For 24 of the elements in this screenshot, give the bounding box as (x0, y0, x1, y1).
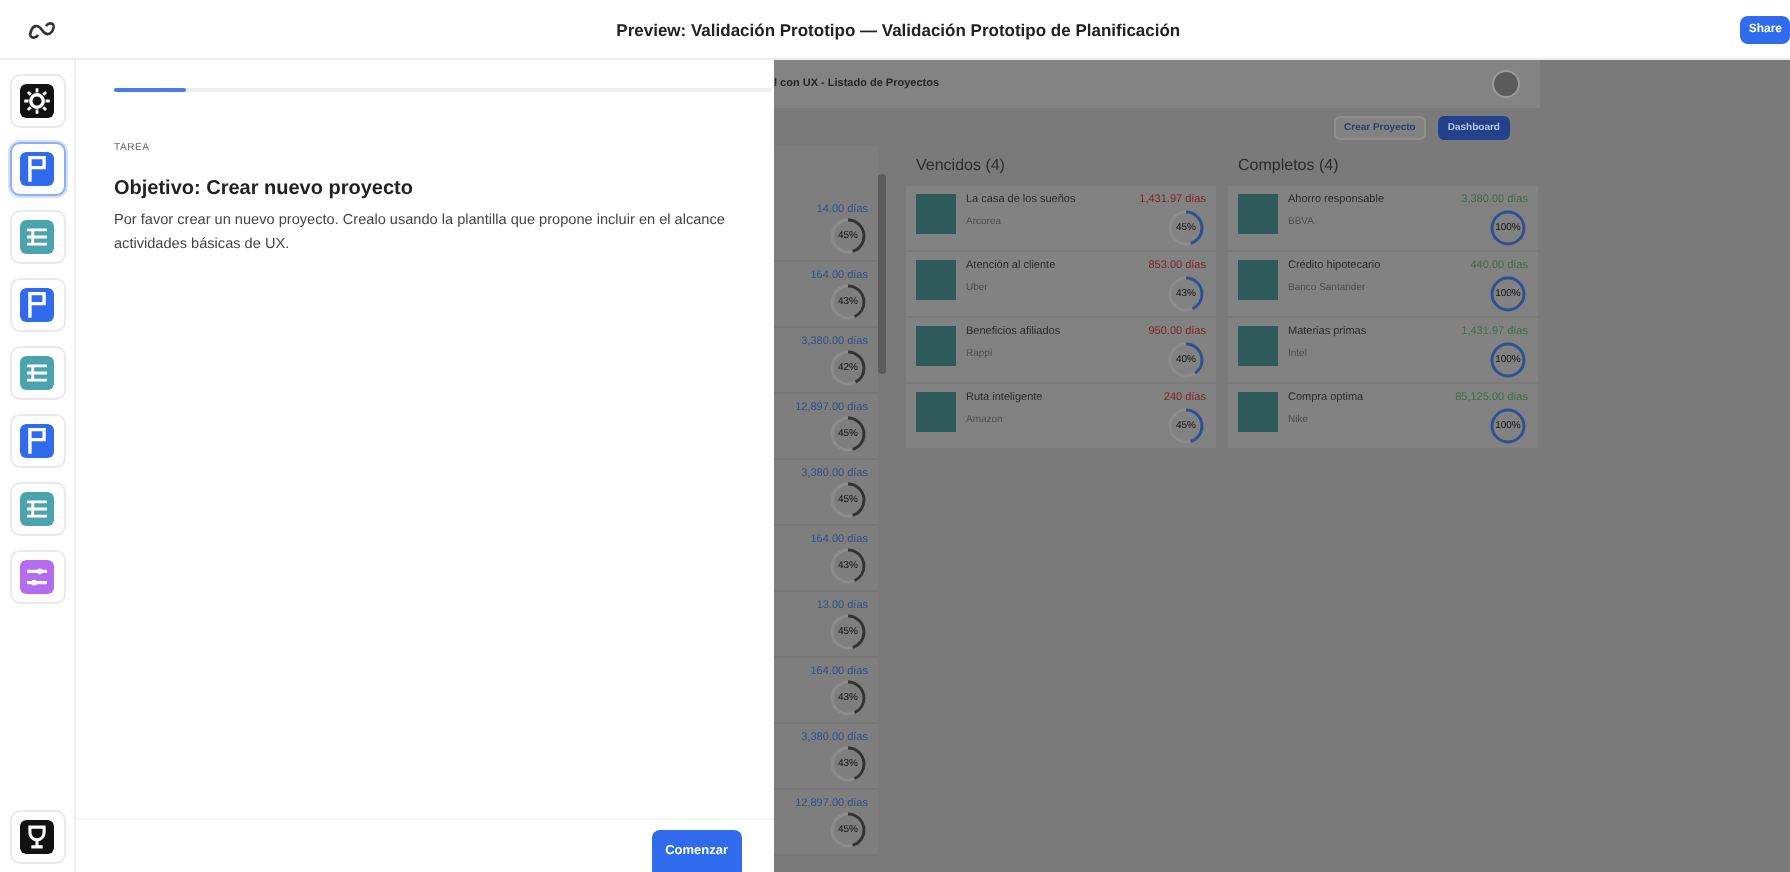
list-icon (20, 220, 54, 254)
avatar[interactable] (1492, 70, 1520, 98)
column-title: Completos (4) (1236, 154, 1341, 178)
logo-placeholder (916, 194, 956, 234)
trophy-button[interactable] (9, 810, 65, 864)
list-icon (20, 356, 54, 390)
logo-placeholder (916, 326, 956, 366)
flag-icon (20, 152, 54, 186)
window-title: Preview: Validación Prototipo — Validación Prototipo de Planificación (614, 19, 1183, 39)
task-heading: Objetivo: Crear nuevo proyecto (114, 178, 415, 200)
logo-icon (28, 19, 56, 39)
logo-placeholder (1238, 260, 1278, 300)
logo-placeholder (916, 392, 956, 432)
flag-icon (20, 424, 54, 458)
list-icon (20, 492, 54, 526)
logo-placeholder (1238, 392, 1278, 432)
sliders-icon (20, 560, 54, 594)
column-title: Vencidos (4) (914, 154, 1007, 178)
flag-icon (20, 288, 54, 322)
logo-placeholder (916, 260, 956, 300)
logo-placeholder (1238, 194, 1278, 234)
settings-icon (20, 84, 54, 118)
logo-placeholder (1238, 326, 1278, 366)
trophy-icon (20, 820, 54, 854)
